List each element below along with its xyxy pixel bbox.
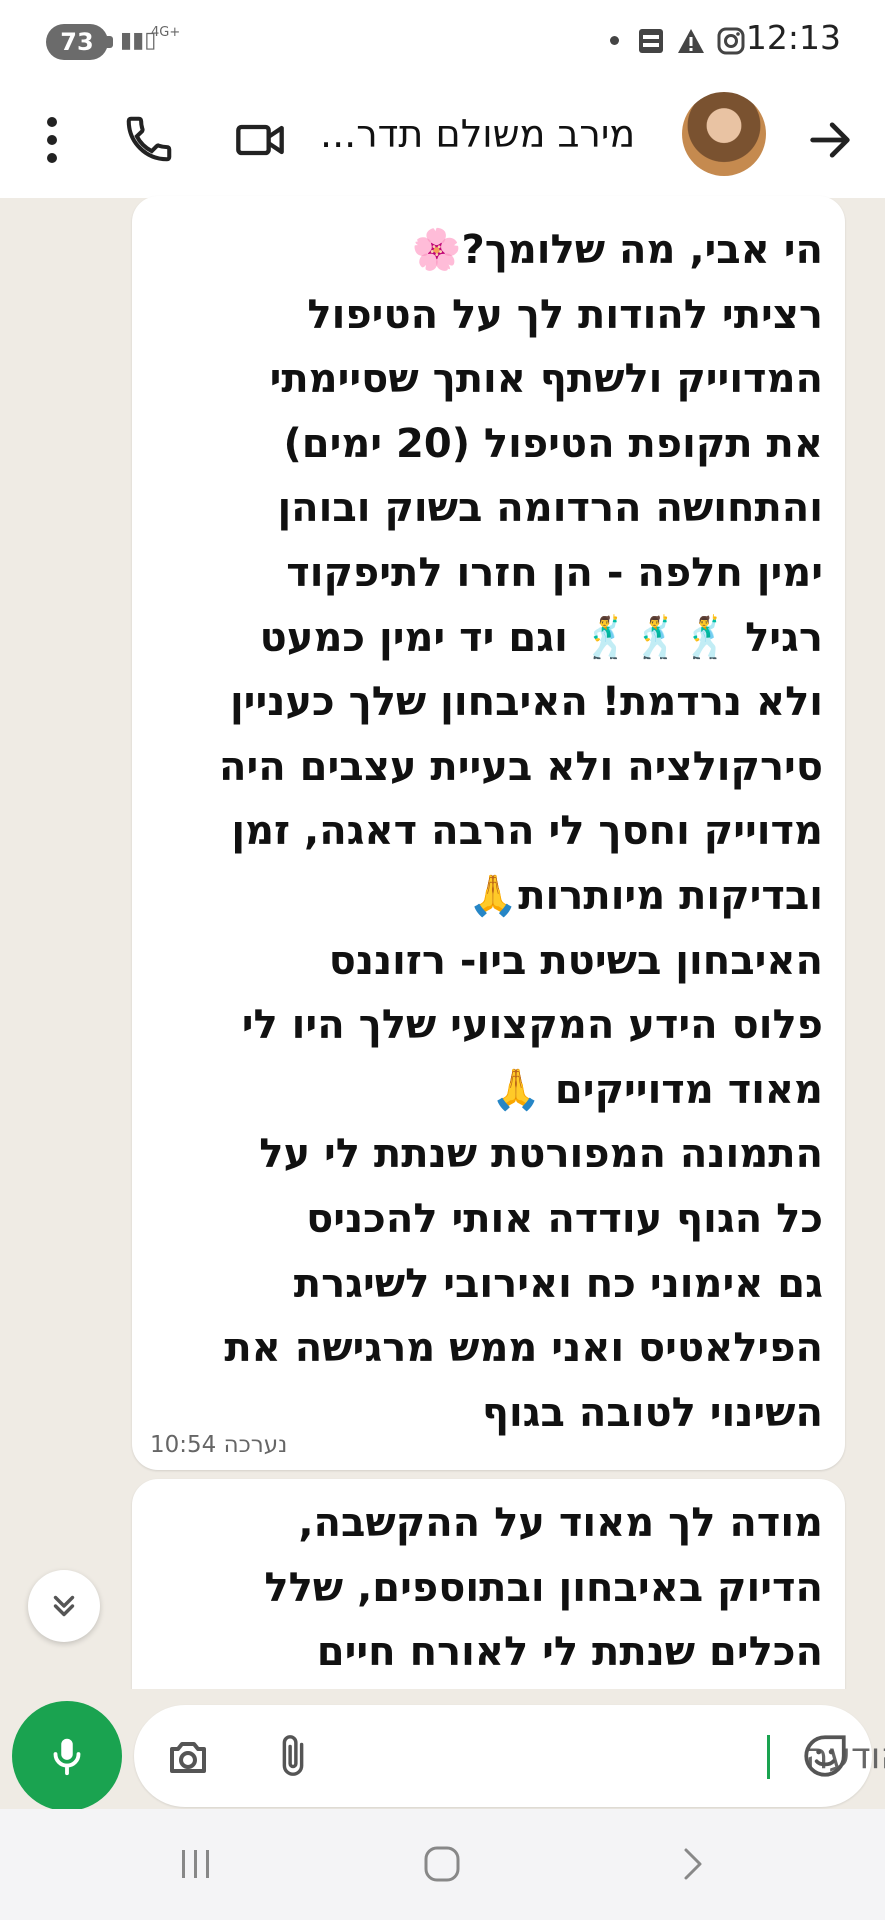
phone-icon[interactable] (122, 112, 176, 166)
instagram-icon (717, 27, 745, 55)
message-text: מודה לך מאוד על ההקשבה, הדיוק באיבחון וב… (264, 1500, 823, 1676)
mic-button[interactable] (12, 1701, 122, 1811)
mic-icon (53, 1738, 81, 1776)
message-bubble[interactable]: מודה לך מאוד על ההקשבה, הדיוק באיבחון וב… (132, 1479, 845, 1689)
double-chevron-down-icon (53, 1595, 75, 1617)
message-bubble[interactable]: הי אבי, מה שלומך?🌸 רציתי להודות לך על הט… (132, 196, 845, 1470)
more-vert-icon[interactable] (30, 112, 74, 168)
text-cursor (767, 1735, 770, 1779)
message-meta: 10:54 נערכה (150, 1432, 287, 1458)
contact-name[interactable]: מירב משולם תדר... (320, 104, 660, 164)
video-call-icon[interactable] (234, 114, 286, 166)
sticker-icon[interactable] (800, 1731, 850, 1781)
sim-card-icon (639, 29, 663, 53)
warning-icon (678, 29, 704, 53)
scroll-to-bottom-button[interactable] (28, 1570, 100, 1642)
clock: 12:13 (745, 18, 841, 57)
camera-icon[interactable] (164, 1733, 212, 1781)
message-time: 10:54 (150, 1432, 217, 1458)
recent-apps-icon[interactable] (176, 1844, 216, 1884)
system-navigation-bar (0, 1809, 885, 1920)
status-bar: 73 ▮▮▯ 4G+ 12:13 (0, 0, 885, 82)
message-composer[interactable] (134, 1705, 885, 1807)
battery-indicator: 73 (46, 24, 113, 60)
back-arrow-icon[interactable] (804, 114, 856, 166)
notification-dot-icon (610, 36, 619, 45)
network-type: 4G+ (151, 25, 181, 40)
attach-icon[interactable] (270, 1731, 316, 1781)
input-bar (0, 1689, 885, 1811)
home-icon[interactable] (422, 1844, 462, 1884)
avatar[interactable] (682, 92, 766, 176)
chat-header: מירב משולם תדר... (0, 82, 885, 198)
battery-level: 73 (60, 28, 94, 56)
back-icon[interactable] (672, 1844, 712, 1884)
message-edited-label: נערכה (223, 1432, 288, 1458)
message-text: הי אבי, מה שלומך?🌸 רציתי להודות לך על הט… (219, 227, 823, 1436)
